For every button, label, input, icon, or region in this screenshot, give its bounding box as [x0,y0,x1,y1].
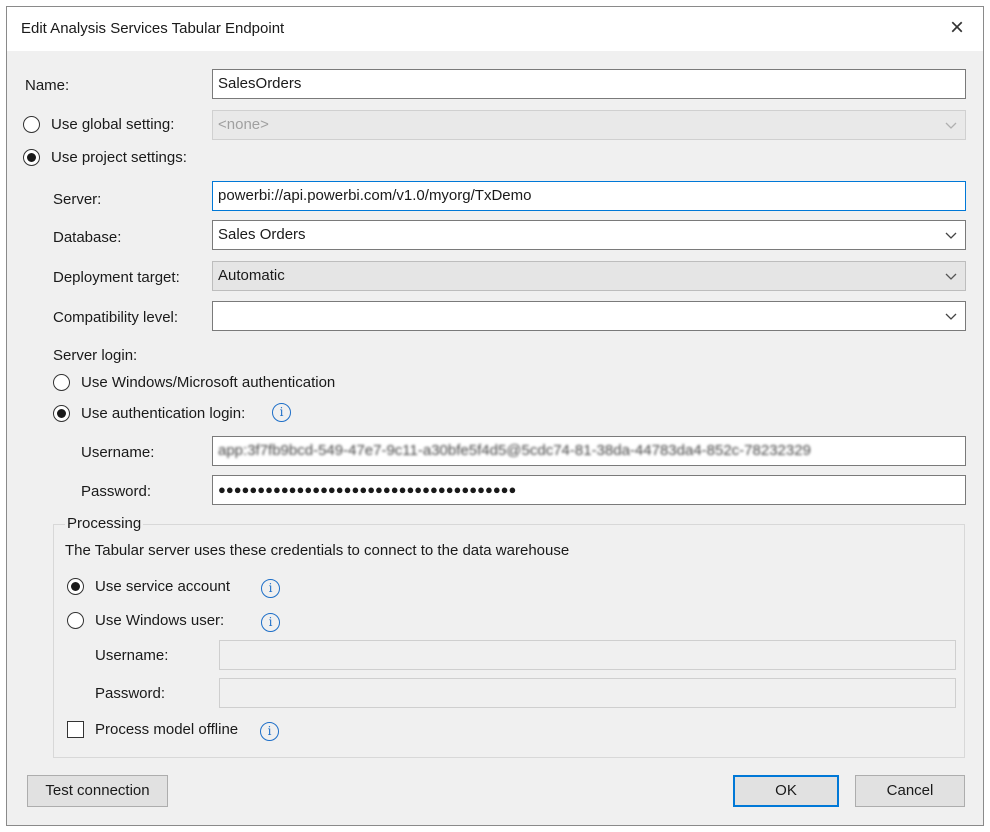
windows-auth-label: Use Windows/Microsoft authentication [81,374,336,391]
radio-selected-dot [27,153,36,162]
info-icon[interactable]: i [272,403,291,422]
name-label: Name: [25,77,70,94]
windows-user-radio[interactable] [67,612,84,629]
service-account-radio[interactable] [67,578,84,595]
login-username-value: app:3f7fb9bcd-549-47e7-9c11-a30bfe5f4d5@… [218,442,811,459]
auth-login-radio[interactable] [53,405,70,422]
name-input[interactable]: SalesOrders [212,69,966,99]
compatibility-level-label: Compatibility level: [53,309,179,326]
radio-selected-dot [71,582,80,591]
info-icon[interactable]: i [261,579,280,598]
login-username-label: Username: [81,444,155,461]
processing-description: The Tabular server uses these credential… [65,542,570,559]
login-password-label: Password: [81,483,152,500]
dialog-title: Edit Analysis Services Tabular Endpoint [21,20,285,37]
windows-auth-radio[interactable] [53,374,70,391]
deployment-target-value: Automatic [218,267,285,284]
process-offline-checkbox[interactable] [67,721,84,738]
database-label: Database: [53,229,122,246]
info-icon[interactable]: i [261,613,280,632]
use-project-settings-label: Use project settings: [51,149,187,166]
chevron-down-icon [945,232,957,239]
processing-username-label: Username: [95,647,169,664]
processing-group-title: Processing [65,515,144,532]
service-account-label: Use service account [95,578,231,595]
compatibility-level-select[interactable] [212,301,966,331]
title-bar: Edit Analysis Services Tabular Endpoint … [7,7,983,51]
edit-endpoint-dialog: Edit Analysis Services Tabular Endpoint … [6,6,984,826]
close-icon[interactable]: × [941,13,973,45]
test-connection-button[interactable]: Test connection [27,775,168,807]
processing-username-input [219,640,956,670]
use-global-setting-radio[interactable] [23,116,40,133]
login-username-input[interactable]: app:3f7fb9bcd-549-47e7-9c11-a30bfe5f4d5@… [212,436,966,466]
database-value: Sales Orders [218,226,306,243]
ok-button[interactable]: OK [733,775,839,807]
server-login-label: Server login: [53,347,138,364]
deployment-target-select[interactable]: Automatic [212,261,966,291]
server-input[interactable]: powerbi://api.powerbi.com/v1.0/myorg/TxD… [212,181,966,211]
chevron-down-icon [945,122,957,129]
server-label: Server: [53,191,102,208]
use-project-settings-radio[interactable] [23,149,40,166]
windows-user-label: Use Windows user: [95,612,225,629]
login-password-input[interactable]: ●●●●●●●●●●●●●●●●●●●●●●●●●●●●●●●●●●●●●● [212,475,966,505]
chevron-down-icon [945,313,957,320]
database-select[interactable]: Sales Orders [212,220,966,250]
deployment-target-label: Deployment target: [53,269,180,286]
processing-password-label: Password: [95,685,166,702]
radio-selected-dot [57,409,66,418]
info-icon[interactable]: i [260,722,279,741]
auth-login-label: Use authentication login: [81,405,246,422]
global-setting-select: <none> [212,110,966,140]
processing-password-input [219,678,956,708]
global-setting-value: <none> [218,116,269,133]
process-offline-label: Process model offline [95,721,239,738]
use-global-setting-label: Use global setting: [51,116,175,133]
chevron-down-icon [945,273,957,280]
cancel-button[interactable]: Cancel [855,775,965,807]
